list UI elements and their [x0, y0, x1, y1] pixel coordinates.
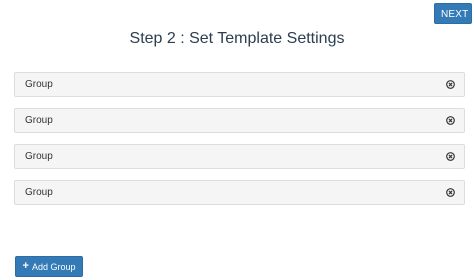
group-label: Group [25, 187, 53, 198]
add-group-label: Add Group [31, 261, 76, 272]
remove-circle-icon[interactable] [446, 188, 455, 197]
group-label: Group [25, 151, 53, 162]
next-button[interactable]: NEXT [434, 3, 472, 24]
remove-circle-icon[interactable] [446, 116, 455, 125]
group-item[interactable]: Group [14, 144, 465, 169]
group-list: Group Group Group Group [14, 72, 465, 216]
plus-icon: + [22, 260, 29, 272]
remove-circle-icon[interactable] [446, 152, 455, 161]
group-label: Group [25, 115, 53, 126]
group-label: Group [25, 79, 53, 90]
group-item[interactable]: Group [14, 72, 465, 97]
page-title: Step 2 : Set Template Settings [129, 30, 345, 47]
remove-circle-icon[interactable] [446, 80, 455, 89]
template-settings-page: NEXT Step 2 : Set Template Settings Grou… [0, 0, 474, 280]
group-item[interactable]: Group [14, 180, 465, 205]
group-item[interactable]: Group [14, 108, 465, 133]
add-group-button[interactable]: + Add Group [15, 256, 83, 277]
